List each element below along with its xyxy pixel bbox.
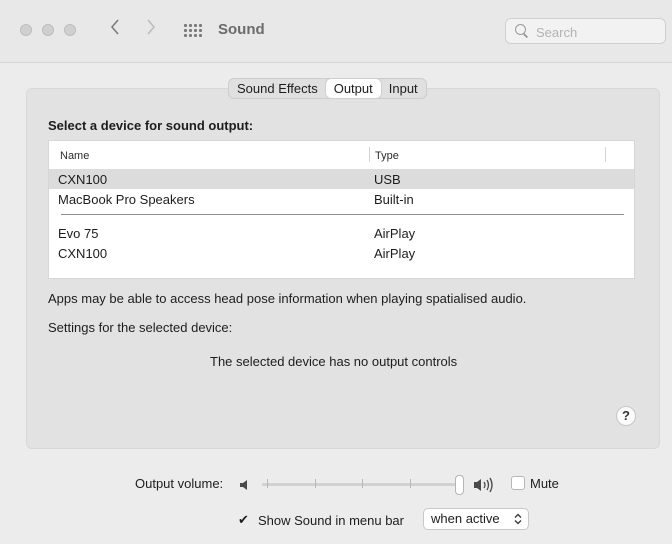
- column-divider: [605, 147, 606, 162]
- device-table[interactable]: Name Type CXN100 USB MacBook Pro Speaker…: [48, 140, 635, 279]
- settings-label: Settings for the selected device:: [48, 320, 233, 335]
- device-type: Built-in: [374, 192, 414, 207]
- show-all-grid-icon[interactable]: [184, 24, 202, 38]
- device-type: USB: [374, 172, 401, 187]
- column-divider: [369, 147, 370, 162]
- slider-tick: [267, 479, 268, 488]
- title-bar: Sound: [0, 0, 672, 63]
- device-name: Evo 75: [58, 226, 99, 241]
- search-field[interactable]: [505, 18, 666, 44]
- row-separator: [61, 214, 624, 215]
- table-row[interactable]: Evo 75 AirPlay: [49, 223, 634, 243]
- table-row[interactable]: CXN100 AirPlay: [49, 243, 634, 263]
- popup-value: when active: [431, 511, 500, 526]
- mute-label: Mute: [530, 476, 559, 491]
- window-title: Sound: [218, 21, 265, 38]
- tab-output[interactable]: Output: [325, 79, 381, 98]
- volume-slider-thumb[interactable]: [455, 475, 464, 495]
- chevron-right-icon: [147, 19, 156, 35]
- zoom-button[interactable]: [64, 24, 76, 36]
- device-heading: Select a device for sound output:: [48, 118, 254, 133]
- device-name: MacBook Pro Speakers: [58, 192, 195, 207]
- output-volume-label: Output volume:: [135, 476, 224, 491]
- speaker-high-icon: [474, 477, 493, 493]
- menu-bar-option-popup[interactable]: when active: [423, 508, 529, 530]
- speaker-low-icon: [240, 480, 247, 490]
- slider-tick: [410, 479, 411, 488]
- tab-sound-effects[interactable]: Sound Effects: [229, 79, 326, 98]
- updown-chevron-icon: [514, 509, 522, 533]
- show-in-menu-bar-label: Show Sound in menu bar: [258, 513, 404, 528]
- slider-tick: [362, 479, 363, 488]
- close-button[interactable]: [20, 24, 32, 36]
- spatial-audio-note: Apps may be able to access head pose inf…: [48, 291, 527, 306]
- back-button[interactable]: [110, 19, 120, 39]
- help-button[interactable]: ?: [616, 406, 636, 426]
- forward-button[interactable]: [146, 19, 156, 39]
- no-controls-message: The selected device has no output contro…: [210, 354, 458, 369]
- device-name: CXN100: [58, 246, 108, 261]
- column-header-name[interactable]: Name: [60, 150, 89, 162]
- mute-checkbox[interactable]: [511, 476, 525, 490]
- search-icon: [515, 24, 526, 35]
- slider-tick: [315, 479, 316, 488]
- device-type: AirPlay: [374, 226, 416, 241]
- table-row[interactable]: MacBook Pro Speakers Built-in: [49, 189, 634, 209]
- table-row[interactable]: CXN100 USB: [49, 169, 634, 189]
- device-name: CXN100: [58, 172, 108, 187]
- chevron-left-icon: [110, 19, 119, 35]
- device-type: AirPlay: [374, 246, 416, 261]
- search-input[interactable]: [534, 22, 663, 42]
- column-header-type[interactable]: Type: [375, 150, 399, 162]
- show-in-menu-bar-checkbox[interactable]: ✔: [238, 512, 249, 528]
- minimize-button[interactable]: [42, 24, 54, 36]
- tab-bar: Sound Effects Output Input: [228, 78, 427, 99]
- tab-input[interactable]: Input: [381, 79, 426, 98]
